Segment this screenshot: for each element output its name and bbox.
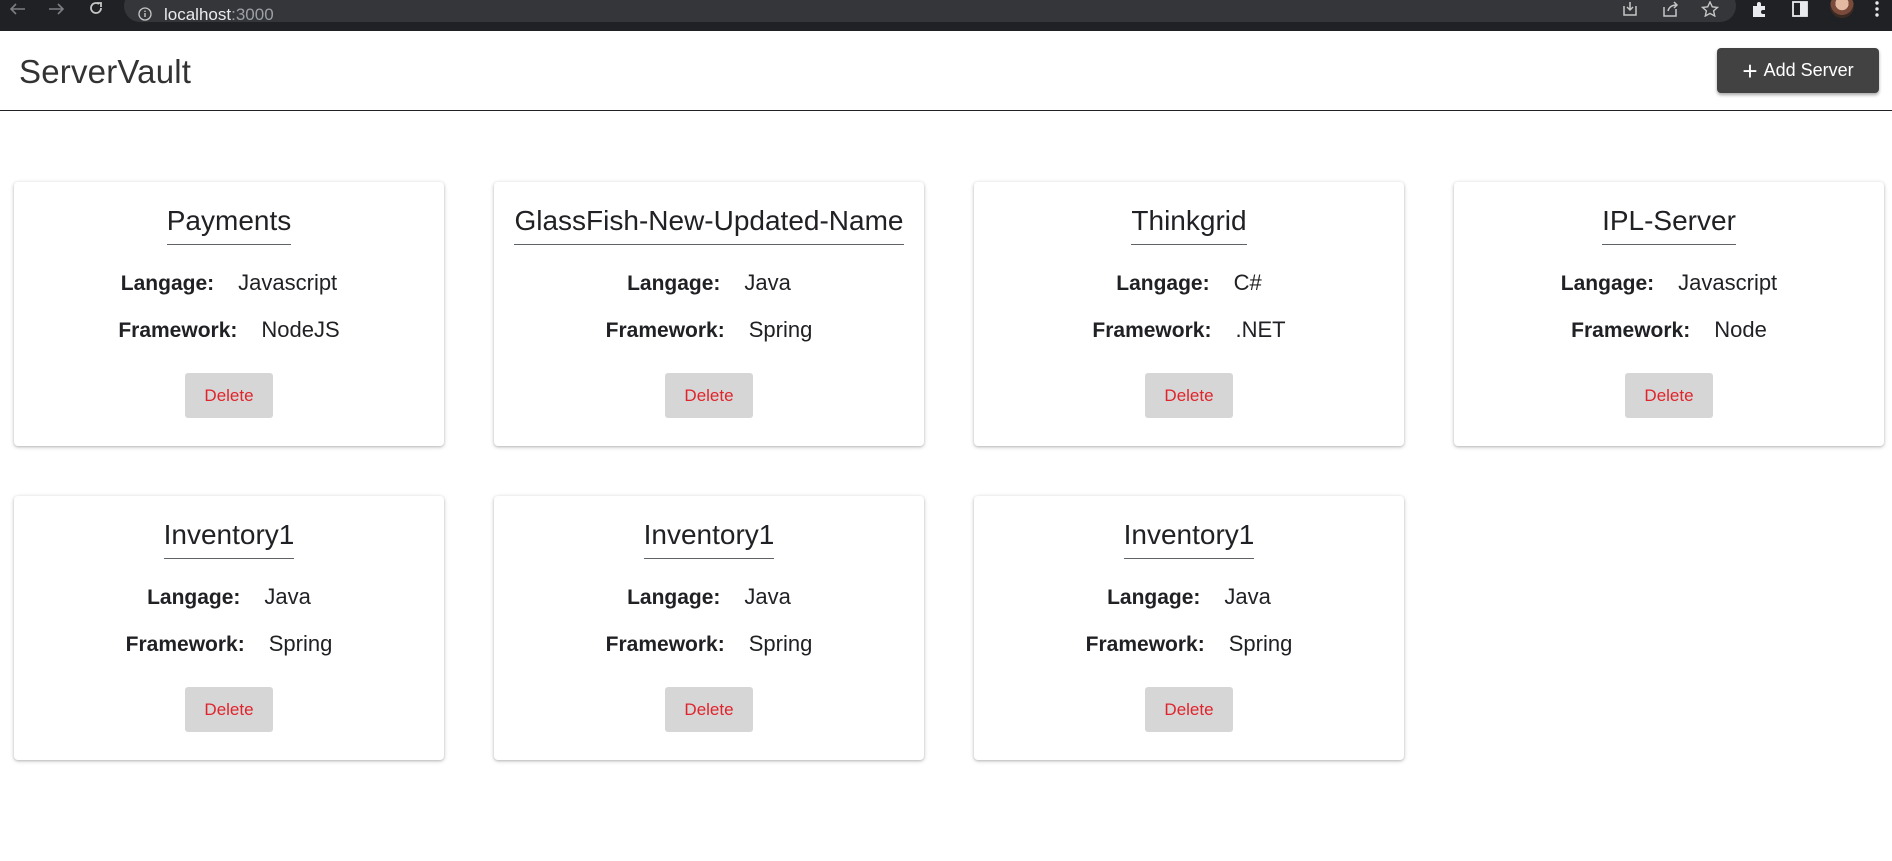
language-row: Langage: Javascript (1561, 269, 1777, 298)
language-value: Java (744, 584, 791, 609)
framework-label: Framework: (1085, 633, 1205, 656)
url-port: :3000 (231, 4, 274, 24)
language-label: Langage: (120, 272, 215, 295)
language-row: Langage: Java (627, 583, 791, 612)
framework-row: Framework: Spring (1086, 630, 1293, 659)
add-server-button[interactable]: + Add Server (1717, 48, 1879, 93)
server-name: Payments (166, 204, 292, 245)
language-value: Java (1224, 584, 1271, 609)
plus-icon: + (1742, 55, 1758, 86)
language-row: Langage: Javascript (121, 269, 337, 298)
framework-row: Framework: NodeJS (118, 316, 339, 345)
framework-row: Framework: Spring (606, 316, 813, 345)
delete-button[interactable]: Delete (665, 373, 753, 418)
bookmark-star-icon[interactable] (1698, 0, 1722, 18)
server-card: Inventory1 Langage: Java Framework: Spri… (494, 496, 924, 760)
server-name: Inventory1 (1123, 518, 1255, 559)
forward-arrow-icon[interactable] (44, 0, 68, 18)
delete-button[interactable]: Delete (1145, 687, 1233, 732)
server-name: GlassFish-New-Updated-Name (514, 204, 904, 245)
framework-value: Spring (748, 317, 813, 342)
back-arrow-icon[interactable] (6, 0, 30, 18)
server-card: Payments Langage: Javascript Framework: … (14, 182, 444, 446)
framework-value: Spring (1228, 631, 1293, 656)
install-app-icon[interactable] (1618, 0, 1642, 18)
language-row: Langage: C# (1116, 269, 1261, 298)
extensions-puzzle-icon[interactable] (1748, 0, 1772, 18)
delete-button[interactable]: Delete (185, 687, 273, 732)
framework-label: Framework: (125, 633, 245, 656)
framework-value: Spring (268, 631, 333, 656)
framework-value: Node (1714, 317, 1767, 342)
side-panel-icon[interactable] (1788, 0, 1812, 18)
app-title: ServerVault (19, 53, 192, 90)
server-name: Thinkgrid (1131, 204, 1247, 245)
server-name: IPL-Server (1602, 204, 1736, 245)
framework-label: Framework: (1092, 319, 1212, 342)
language-row: Langage: Java (1107, 583, 1271, 612)
framework-label: Framework: (605, 633, 725, 656)
app-header: ServerVault + Add Server (0, 31, 1892, 111)
language-value: Java (264, 584, 311, 609)
server-card: Inventory1 Langage: Java Framework: Spri… (974, 496, 1404, 760)
language-value: Java (744, 270, 791, 295)
framework-value: Spring (748, 631, 813, 656)
framework-row: Framework: Spring (126, 630, 333, 659)
server-name: Inventory1 (163, 518, 295, 559)
share-icon[interactable] (1658, 0, 1682, 18)
delete-button[interactable]: Delete (1625, 373, 1713, 418)
language-value: C# (1233, 270, 1262, 295)
url-text: localhost:3000 (164, 6, 274, 23)
delete-button[interactable]: Delete (665, 687, 753, 732)
language-value: Javascript (238, 270, 338, 295)
server-card: Inventory1 Langage: Java Framework: Spri… (14, 496, 444, 760)
language-label: Langage: (1116, 272, 1210, 295)
framework-row: Framework: Node (1571, 316, 1767, 345)
language-label: Langage: (627, 586, 721, 609)
delete-button[interactable]: Delete (1145, 373, 1233, 418)
server-name: Inventory1 (643, 518, 775, 559)
framework-label: Framework: (118, 319, 238, 342)
browser-menu-icon[interactable] (1870, 0, 1884, 18)
address-bar[interactable]: localhost:3000 (124, 0, 1736, 23)
reload-icon[interactable] (84, 0, 108, 18)
server-card-grid: Payments Langage: Javascript Framework: … (14, 182, 1884, 760)
framework-label: Framework: (605, 319, 725, 342)
server-card: IPL-Server Langage: Javascript Framework… (1454, 182, 1884, 446)
server-card: Thinkgrid Langage: C# Framework: .NET De… (974, 182, 1404, 446)
browser-toolbar: localhost:3000 (0, 0, 1892, 31)
language-label: Langage: (627, 272, 721, 295)
framework-label: Framework: (1571, 319, 1691, 342)
language-row: Langage: Java (147, 583, 311, 612)
language-value: Javascript (1678, 270, 1778, 295)
framework-value: .NET (1235, 317, 1286, 342)
site-info-icon[interactable] (138, 7, 152, 21)
framework-row: Framework: Spring (606, 630, 813, 659)
language-label: Langage: (1107, 586, 1201, 609)
language-label: Langage: (147, 586, 241, 609)
server-card: GlassFish-New-Updated-Name Langage: Java… (494, 182, 924, 446)
framework-row: Framework: .NET (1092, 316, 1285, 345)
delete-button[interactable]: Delete (185, 373, 273, 418)
add-server-label: Add Server (1763, 60, 1854, 80)
url-host: localhost (164, 4, 232, 24)
profile-avatar[interactable] (1830, 0, 1854, 18)
language-label: Langage: (1560, 272, 1655, 295)
framework-value: NodeJS (261, 317, 340, 342)
language-row: Langage: Java (627, 269, 791, 298)
